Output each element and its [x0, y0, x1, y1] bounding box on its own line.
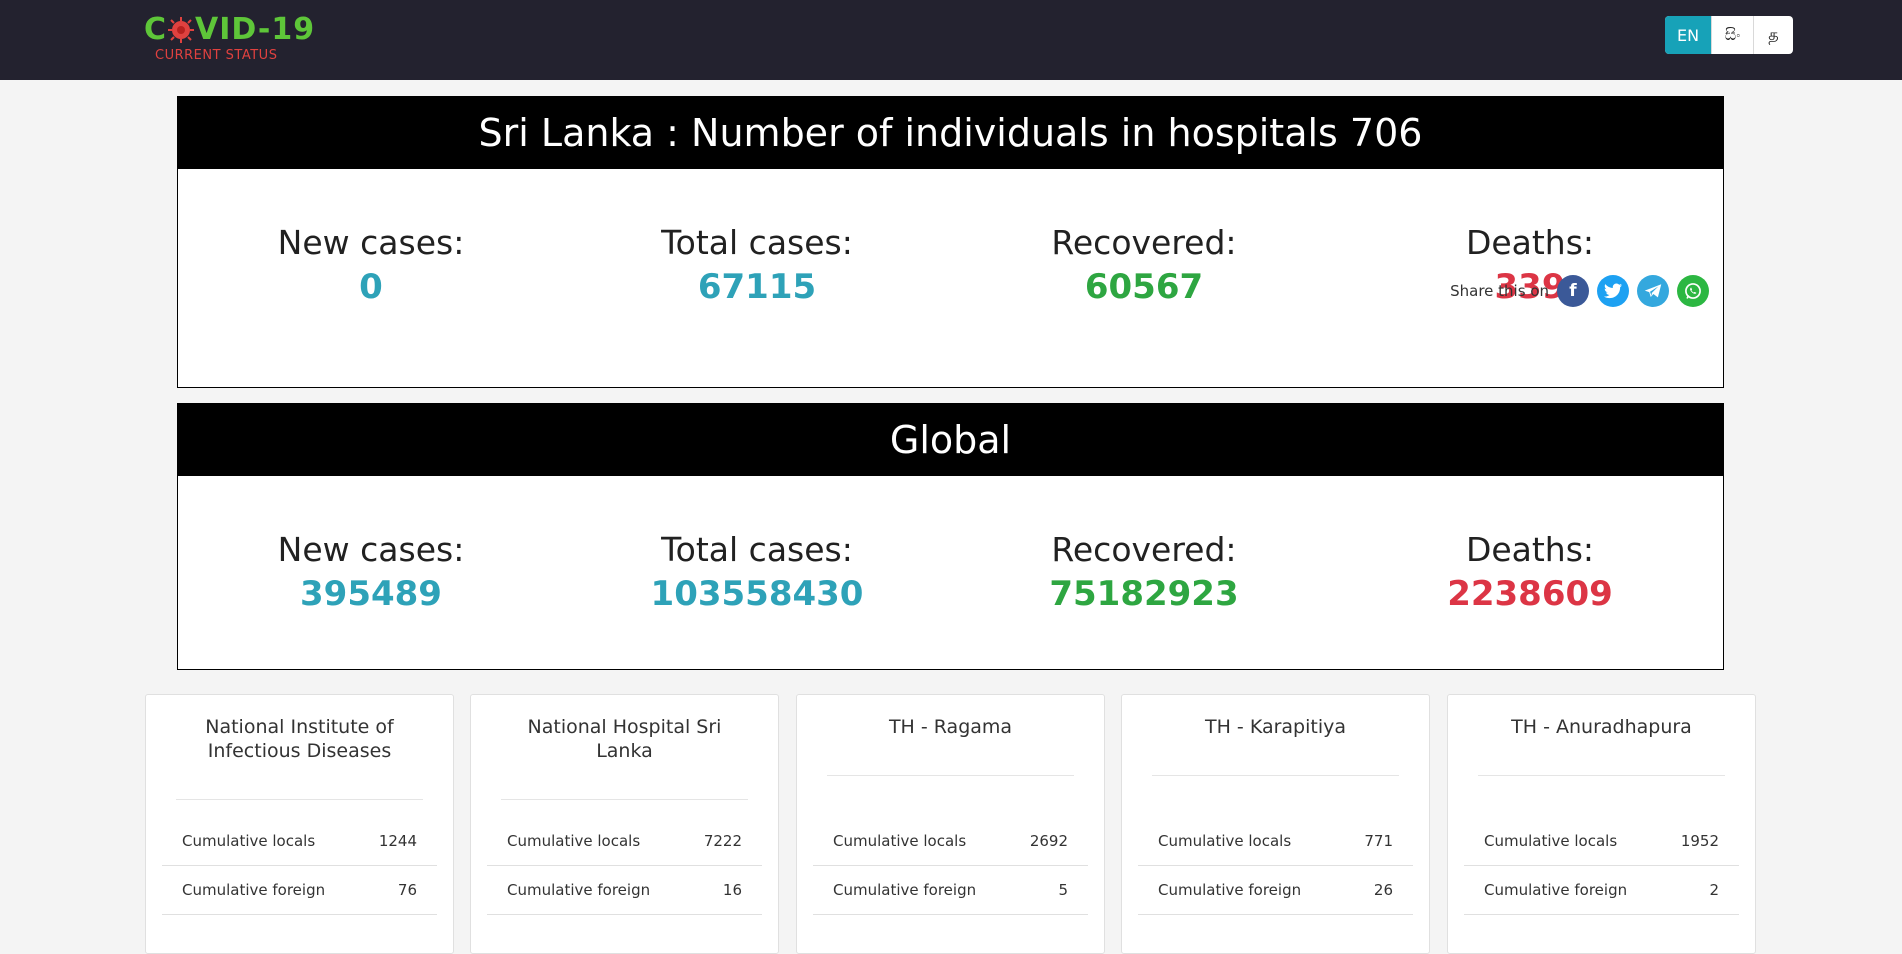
stat-label: Total cases: — [661, 223, 853, 262]
share-bar: Share this on f — [1450, 275, 1709, 307]
stat-value: 395489 — [300, 574, 442, 614]
global-panel: Global New cases: 395489 Total cases: 10… — [177, 403, 1724, 670]
table-row: Cumulative locals 771 — [1138, 817, 1413, 866]
lang-en-button[interactable]: EN — [1665, 16, 1711, 54]
hospital-name: National Hospital Sri Lanka — [501, 715, 748, 800]
stat-label: Deaths: — [1465, 223, 1595, 262]
row-label: Cumulative locals — [1484, 832, 1618, 850]
hospital-name: TH - Ragama — [827, 715, 1074, 776]
table-row: Cumulative foreign 16 — [487, 866, 762, 915]
hospital-name: TH - Anuradhapura — [1478, 715, 1725, 776]
telegram-icon[interactable] — [1637, 275, 1669, 307]
lang-si-button[interactable]: සිං — [1711, 16, 1753, 54]
table-row: Cumulative locals 1244 — [162, 817, 437, 866]
row-label: Cumulative foreign — [833, 881, 977, 899]
sri-lanka-panel: Sri Lanka : Number of individuals in hos… — [177, 96, 1724, 388]
row-value: 7222 — [703, 832, 742, 850]
table-row: Cumulative foreign 2 — [1464, 866, 1739, 915]
row-value: 76 — [397, 881, 417, 899]
stat-label: Deaths: — [1465, 530, 1595, 569]
table-row: Cumulative foreign 26 — [1138, 866, 1413, 915]
hospital-card: National Institute of Infectious Disease… — [145, 694, 454, 954]
stat-recovered: Recovered: 60567 — [951, 223, 1337, 311]
logo-title-part1: C — [144, 12, 168, 47]
top-navbar: C VID-19 CURRENT STATUS EN සිං த — [0, 0, 1902, 80]
stat-deaths: Deaths: 2238609 — [1337, 530, 1723, 618]
row-value: 1952 — [1680, 832, 1719, 850]
logo-title-part2: VID-19 — [195, 12, 316, 47]
stat-label: Total cases: — [661, 530, 853, 569]
row-value: 26 — [1373, 881, 1393, 899]
row-label: Cumulative locals — [833, 832, 967, 850]
table-row: Cumulative foreign 5 — [813, 866, 1088, 915]
global-title: Global — [178, 404, 1723, 476]
stat-value: 2238609 — [1447, 574, 1613, 614]
whatsapp-icon[interactable] — [1677, 275, 1709, 307]
stat-value: 67115 — [697, 267, 817, 307]
stat-value: 103558430 — [650, 574, 864, 614]
lang-ta-button[interactable]: த — [1753, 16, 1793, 54]
stat-value: 60567 — [1084, 267, 1204, 307]
logo-subtitle: CURRENT STATUS — [155, 48, 278, 63]
stat-recovered: Recovered: 75182923 — [951, 530, 1337, 618]
stat-label: New cases: — [277, 530, 465, 569]
sri-lanka-title: Sri Lanka : Number of individuals in hos… — [178, 97, 1723, 169]
stat-new-cases: New cases: 0 — [178, 223, 564, 311]
row-value: 5 — [1058, 881, 1068, 899]
stat-new-cases: New cases: 395489 — [178, 530, 564, 618]
stat-label: New cases: — [277, 223, 465, 262]
language-switcher: EN සිං த — [1665, 16, 1793, 54]
row-value: 1244 — [378, 832, 417, 850]
hospital-name: TH - Karapitiya — [1152, 715, 1399, 776]
share-label: Share this on — [1450, 282, 1549, 300]
facebook-icon[interactable]: f — [1557, 275, 1589, 307]
row-label: Cumulative foreign — [1158, 881, 1302, 899]
hospital-card: TH - Karapitiya Cumulative locals 771 Cu… — [1121, 694, 1430, 954]
row-value: 16 — [722, 881, 742, 899]
row-value: 2692 — [1029, 832, 1068, 850]
row-label: Cumulative foreign — [507, 881, 651, 899]
row-label: Cumulative foreign — [182, 881, 326, 899]
hospital-card: TH - Ragama Cumulative locals 2692 Cumul… — [796, 694, 1105, 954]
stat-value: 75182923 — [1049, 574, 1239, 614]
row-value: 2 — [1709, 881, 1719, 899]
stat-total-cases: Total cases: 103558430 — [564, 530, 950, 618]
table-row: Cumulative locals 7222 — [487, 817, 762, 866]
row-label: Cumulative foreign — [1484, 881, 1628, 899]
table-row: Cumulative locals 1952 — [1464, 817, 1739, 866]
global-stats: New cases: 395489 Total cases: 103558430… — [178, 476, 1723, 626]
table-row: Cumulative foreign 76 — [162, 866, 437, 915]
hospital-card: National Hospital Sri Lanka Cumulative l… — [470, 694, 779, 954]
stat-label: Recovered: — [1051, 530, 1237, 569]
stat-label: Recovered: — [1051, 223, 1237, 262]
hospital-card: TH - Anuradhapura Cumulative locals 1952… — [1447, 694, 1756, 954]
twitter-icon[interactable] — [1597, 275, 1629, 307]
table-row: Cumulative locals 2692 — [813, 817, 1088, 866]
row-value: 771 — [1364, 832, 1393, 850]
hospital-name: National Institute of Infectious Disease… — [176, 715, 423, 800]
stat-value: 0 — [359, 267, 383, 307]
logo-title: C VID-19 — [144, 12, 315, 47]
row-label: Cumulative locals — [1158, 832, 1292, 850]
virus-icon — [168, 16, 195, 43]
site-logo[interactable]: C VID-19 CURRENT STATUS — [144, 12, 314, 68]
row-label: Cumulative locals — [182, 832, 316, 850]
row-label: Cumulative locals — [507, 832, 641, 850]
stat-total-cases: Total cases: 67115 — [564, 223, 950, 311]
